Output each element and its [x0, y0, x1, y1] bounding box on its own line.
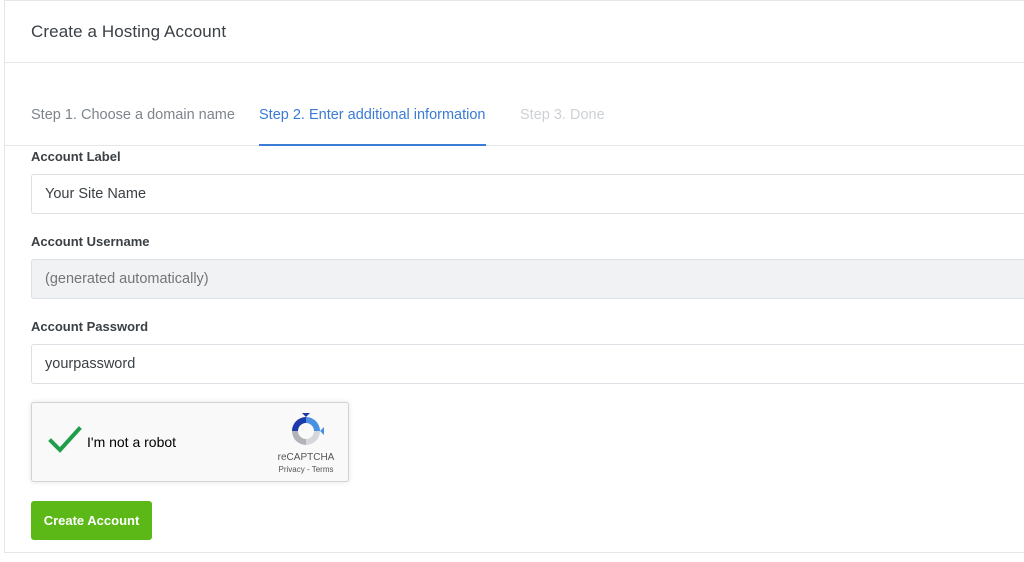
account-label-label: Account Label — [31, 149, 121, 164]
create-account-button[interactable]: Create Account — [31, 501, 152, 540]
checkmark-icon — [48, 426, 82, 453]
terms-link[interactable]: Terms — [312, 465, 334, 474]
recaptcha-widget: I'm not a robot reCAPTCHA Privacy - Term… — [31, 402, 349, 482]
account-username-label: Account Username — [31, 234, 150, 249]
account-password-input[interactable] — [31, 344, 1024, 384]
account-label-input[interactable] — [31, 174, 1024, 214]
page: Create a Hosting Account Step 1. Choose … — [0, 0, 1024, 562]
account-password-label: Account Password — [31, 319, 149, 334]
tab-step-2[interactable]: Step 2. Enter additional information — [259, 107, 486, 146]
account-username-input — [31, 259, 1024, 299]
recaptcha-links: Privacy - Terms — [262, 465, 350, 474]
tab-step-3: Step 3. Done — [520, 107, 605, 123]
page-title: Create a Hosting Account — [31, 22, 227, 41]
tab-step-1[interactable]: Step 1. Choose a domain name — [31, 107, 235, 145]
recaptcha-label: I'm not a robot — [87, 434, 177, 450]
step-tabs: Step 1. Choose a domain name Step 2. Ent… — [5, 97, 1024, 146]
recaptcha-checkbox[interactable] — [48, 425, 82, 455]
recaptcha-brand: reCAPTCHA — [277, 452, 335, 463]
card-header: Create a Hosting Account — [5, 1, 1024, 63]
privacy-link[interactable]: Privacy — [279, 465, 305, 474]
create-account-card: Create a Hosting Account Step 1. Choose … — [4, 0, 1024, 553]
recaptcha-logo-icon — [292, 413, 324, 445]
links-separator: - — [304, 465, 312, 474]
